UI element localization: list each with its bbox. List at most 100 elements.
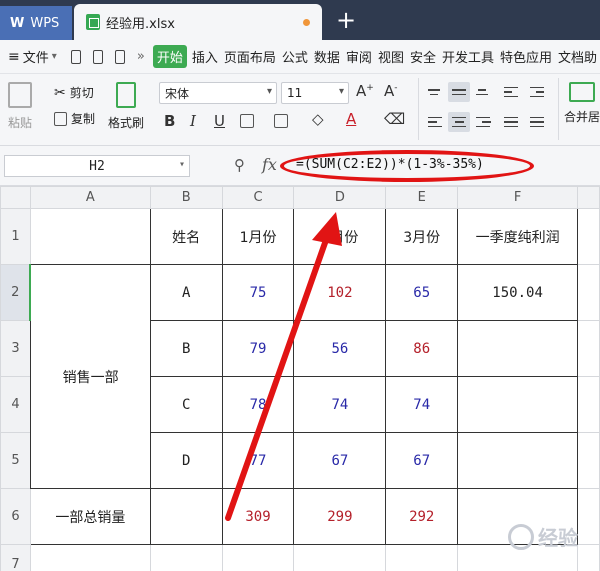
menu-review[interactable]: 审阅	[343, 47, 375, 66]
fx-icon[interactable]: fx	[262, 155, 277, 174]
indent-increase-icon[interactable]	[526, 82, 548, 102]
export-icon[interactable]	[92, 49, 103, 64]
align-middle-icon[interactable]	[448, 82, 470, 102]
menu-insert[interactable]: 插入	[189, 47, 221, 66]
plus-icon[interactable]: +	[336, 6, 356, 34]
row-header-1[interactable]: 1	[0, 208, 31, 265]
paste-button[interactable]: 粘贴	[8, 82, 32, 131]
shrink-font-icon[interactable]: A-	[384, 82, 398, 100]
file-tab[interactable]: 经验用.xlsx	[74, 4, 322, 40]
menu-file[interactable]: 文件	[20, 47, 52, 66]
menu-data[interactable]: 数据	[311, 47, 343, 66]
grow-font-icon[interactable]: A+	[356, 82, 374, 100]
cell-f4[interactable]	[457, 376, 579, 433]
cell-g4[interactable]	[577, 376, 600, 433]
cell-g1[interactable]	[577, 208, 600, 265]
copy-button[interactable]: 复制	[54, 110, 95, 127]
print-icon[interactable]	[114, 49, 125, 64]
cell-d5[interactable]: 67	[293, 432, 387, 489]
menu-view[interactable]: 视图	[375, 47, 407, 66]
eraser-icon[interactable]: ⌫	[384, 110, 405, 128]
col-header-a[interactable]: A	[29, 186, 151, 209]
col-header-b[interactable]: B	[149, 186, 223, 209]
cell-e7[interactable]	[385, 544, 459, 571]
cell-g5[interactable]	[577, 432, 600, 489]
cell-d1[interactable]: 2月份	[293, 208, 387, 265]
cell-b6[interactable]	[149, 488, 223, 545]
cell-g7[interactable]	[577, 544, 600, 571]
row-header-4[interactable]: 4	[0, 376, 31, 433]
row-header-6[interactable]: 6	[0, 488, 31, 545]
col-header-f[interactable]: F	[457, 186, 579, 209]
col-header-d[interactable]: D	[293, 186, 387, 209]
row-header-7[interactable]: 7	[0, 544, 31, 571]
align-right-icon[interactable]	[472, 112, 494, 132]
align-bottom-icon[interactable]	[472, 82, 494, 102]
wps-home-tab[interactable]: W WPS	[0, 6, 72, 40]
cell-c2[interactable]: 75	[221, 264, 295, 321]
cell-f3[interactable]	[457, 320, 579, 377]
cell-f1[interactable]: 一季度纯利润	[457, 208, 579, 265]
cell-e1[interactable]: 3月份	[385, 208, 459, 265]
cell-d2[interactable]: 102	[293, 264, 387, 321]
row-header-5[interactable]: 5	[0, 432, 31, 489]
bold-button[interactable]: B	[164, 112, 175, 130]
row-header-3[interactable]: 3	[0, 320, 31, 377]
col-header-g[interactable]	[577, 186, 600, 209]
align-top-icon[interactable]	[424, 82, 446, 102]
cell-b3[interactable]: B	[149, 320, 223, 377]
cell-g2[interactable]	[577, 264, 600, 321]
font-color-icon[interactable]: A	[346, 110, 356, 128]
cell-e3[interactable]: 86	[385, 320, 459, 377]
border-icon[interactable]	[240, 114, 254, 128]
justify-icon[interactable]	[500, 112, 522, 132]
menu-page-layout[interactable]: 页面布局	[221, 47, 279, 66]
cell-f2[interactable]: 150.04	[457, 264, 579, 321]
select-all-corner[interactable]	[0, 186, 31, 209]
cell-d4[interactable]: 74	[293, 376, 387, 433]
cell-c3[interactable]: 79	[221, 320, 295, 377]
font-size-select[interactable]: 11 ▾	[281, 82, 349, 104]
cell-b5[interactable]: D	[149, 432, 223, 489]
align-center-icon[interactable]	[448, 112, 470, 132]
italic-button[interactable]: I	[190, 112, 196, 130]
cell-e6[interactable]: 292	[385, 488, 459, 545]
cell-dept-merged[interactable]: 销售一部	[29, 264, 151, 489]
menu-security[interactable]: 安全	[407, 47, 439, 66]
cell-d3[interactable]: 56	[293, 320, 387, 377]
align-left-icon[interactable]	[424, 112, 446, 132]
cell-c7[interactable]	[221, 544, 295, 571]
name-box[interactable]: H2 ▾	[4, 155, 190, 177]
merge-center-button[interactable]: 合并居	[564, 82, 600, 125]
hamburger-icon[interactable]: ≡	[8, 49, 20, 65]
cut-button[interactable]: ✂ 剪切	[54, 84, 94, 101]
cell-c4[interactable]: 78	[221, 376, 295, 433]
cell-a1[interactable]	[29, 208, 151, 265]
menu-start[interactable]: 开始	[152, 45, 187, 68]
indent-decrease-icon[interactable]	[500, 82, 522, 102]
cell-a6[interactable]: 一部总销量	[29, 488, 151, 545]
menu-features[interactable]: 特色应用	[497, 47, 555, 66]
cell-d6[interactable]: 299	[293, 488, 387, 545]
menu-developer[interactable]: 开发工具	[439, 47, 497, 66]
fill-color-icon[interactable]: ◇	[312, 110, 324, 128]
more-icon[interactable]: »	[137, 49, 145, 64]
spreadsheet-grid[interactable]: A B C D E F 1 姓名 1月份 2月份 3月份 一季度纯利润 2 销售…	[0, 186, 600, 571]
cell-e4[interactable]: 74	[385, 376, 459, 433]
cell-b7[interactable]	[149, 544, 223, 571]
cell-a7[interactable]	[29, 544, 151, 571]
font-name-select[interactable]: 宋体 ▾	[159, 82, 277, 104]
fill-format-icon[interactable]	[274, 114, 288, 128]
col-header-c[interactable]: C	[221, 186, 295, 209]
row-header-2[interactable]: 2	[0, 264, 32, 321]
cell-c5[interactable]: 77	[221, 432, 295, 489]
cell-b4[interactable]: C	[149, 376, 223, 433]
cell-d7[interactable]	[293, 544, 387, 571]
cell-c1[interactable]: 1月份	[221, 208, 295, 265]
menu-formula[interactable]: 公式	[279, 47, 311, 66]
menu-doc-assistant[interactable]: 文档助	[555, 47, 600, 66]
distributed-icon[interactable]	[526, 112, 548, 132]
col-header-e[interactable]: E	[385, 186, 459, 209]
cell-g3[interactable]	[577, 320, 600, 377]
cell-g6[interactable]	[577, 488, 600, 545]
